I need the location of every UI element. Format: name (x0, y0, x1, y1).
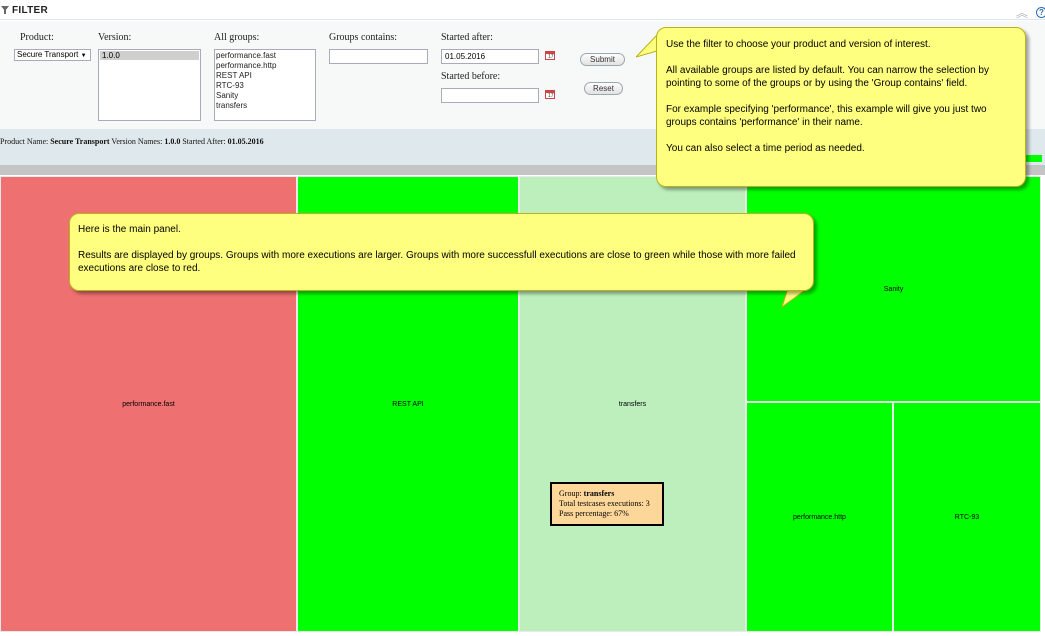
tooltip-executions: 3 (645, 499, 650, 508)
group-option[interactable]: RTC-93 (216, 81, 314, 91)
dropdown-arrow-icon: ▼ (80, 53, 87, 59)
treemap-cell-label: transfers (618, 400, 647, 408)
treemap-cell-rtc-93[interactable]: RTC-93 (893, 402, 1041, 632)
started-before-label: Started before: (441, 71, 501, 82)
main-panel-callout: Here is the main panel. Results are disp… (69, 213, 814, 291)
summary-product: Secure Transport (50, 137, 110, 146)
all-groups-label: All groups: (214, 32, 260, 43)
group-option[interactable]: REST API (216, 71, 314, 81)
treemap-edge (1025, 155, 1042, 162)
tooltip-group: transfers (583, 489, 615, 498)
all-groups-list[interactable]: performance.fast performance.http REST A… (214, 49, 316, 121)
treemap-cell-label: performance.http (793, 513, 846, 521)
summary-version-label: Version Names: (111, 137, 163, 146)
version-label: Version: (98, 32, 132, 43)
started-before-input[interactable] (441, 88, 539, 103)
product-select[interactable]: Secure Transport ▼ (14, 49, 91, 61)
groups-contains-input[interactable] (329, 49, 428, 64)
filter-summary: Product Name: Secure Transport Version N… (0, 137, 264, 146)
callout-text: Use the filter to choose your product an… (666, 39, 931, 50)
summary-started: 01.05.2016 (227, 137, 264, 146)
treemap-cell-label: RTC-93 (954, 513, 980, 521)
summary-version: 1.0.0 (164, 137, 181, 146)
callout-text: You can also select a time period as nee… (666, 143, 865, 154)
started-after-input[interactable]: 01.05.2016 (441, 49, 539, 64)
help-icon[interactable]: ? (1036, 7, 1045, 18)
treemap-cell-label: performance.fast (122, 400, 175, 408)
groups-contains-label: Groups contains: (329, 32, 398, 43)
tooltip-executions-label: Total testcases executions: (559, 499, 644, 508)
summary-product-label: Product Name: (0, 137, 49, 146)
callout-pointer (781, 288, 809, 309)
version-list[interactable]: 1.0.0 (98, 49, 201, 121)
chevron-up-icon[interactable]: ︽ (1016, 4, 1028, 21)
tooltip-group-label: Group: (559, 489, 582, 498)
treemap-cell-label: REST API (392, 400, 424, 408)
callout-text: All available groups are listed by defau… (666, 65, 989, 89)
submit-button[interactable]: Submit (580, 53, 625, 66)
callout-text: Here is the main panel. (78, 224, 181, 235)
callout-text: For example specifying 'performance', th… (666, 104, 987, 128)
started-after-label: Started after: (441, 32, 493, 43)
product-select-value: Secure Transport (17, 50, 79, 59)
filter-header (0, 0, 1045, 20)
calendar-icon[interactable]: 17 (545, 90, 555, 99)
filter-title: FILTER (12, 5, 49, 16)
treemap-cell-performance-http[interactable]: performance.http (746, 402, 893, 632)
tooltip-pass-label: Pass percentage: (559, 509, 613, 518)
product-label: Product: (20, 32, 54, 43)
summary-started-label: Started After: (182, 137, 226, 146)
group-option[interactable]: transfers (216, 101, 314, 111)
tooltip-pass: 67% (614, 509, 629, 518)
group-option[interactable]: performance.http (216, 61, 314, 71)
version-option-selected[interactable]: 1.0.0 (100, 51, 199, 60)
group-option[interactable]: performance.fast (216, 51, 314, 61)
filter-help-callout: Use the filter to choose your product an… (656, 27, 1026, 187)
group-tooltip: Group: transfers Total testcases executi… (550, 482, 664, 526)
group-option[interactable]: Sanity (216, 91, 314, 101)
reset-button[interactable]: Reset (584, 82, 623, 95)
treemap-cell-label: Sanity (883, 285, 904, 293)
funnel-icon-stem (4, 10, 6, 14)
calendar-icon[interactable]: 17 (545, 51, 555, 60)
callout-text: Results are displayed by groups. Groups … (78, 250, 796, 274)
